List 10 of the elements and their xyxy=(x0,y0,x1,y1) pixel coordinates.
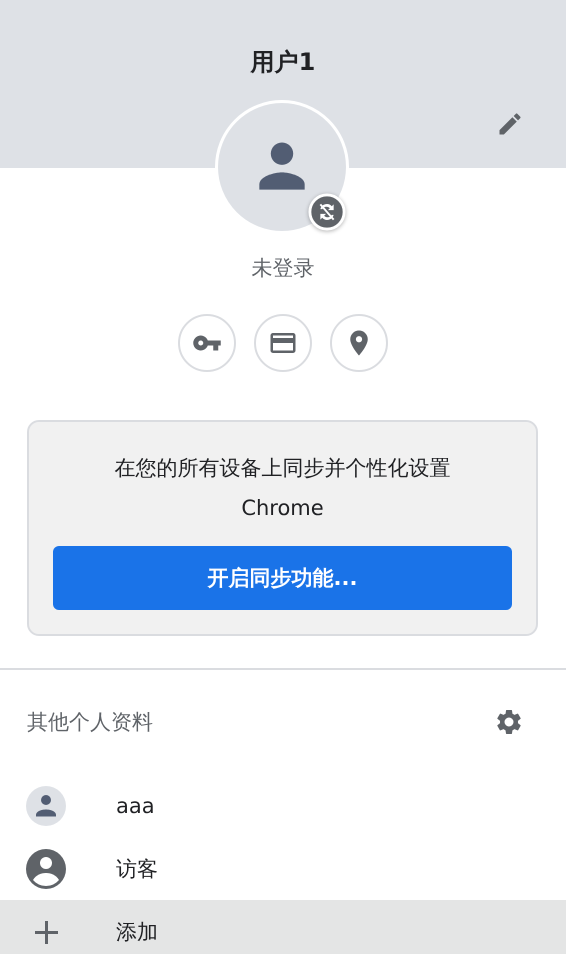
profile-item[interactable]: 访客 xyxy=(0,837,566,900)
avatar-icon xyxy=(26,786,66,826)
guest-avatar-icon xyxy=(26,848,66,888)
profile-item[interactable]: aaa xyxy=(0,774,566,837)
sign-in-status: 未登录 xyxy=(250,255,316,282)
profile-name: 用户1 xyxy=(250,47,316,78)
turn-on-sync-button[interactable]: 开启同步功能... xyxy=(53,546,512,610)
profile-item[interactable]: 添加 xyxy=(0,900,566,954)
section-title: 其他个人资料 xyxy=(27,709,153,736)
sync-message: 在您的所有设备上同步并个性化设置 Chrome xyxy=(114,455,452,522)
